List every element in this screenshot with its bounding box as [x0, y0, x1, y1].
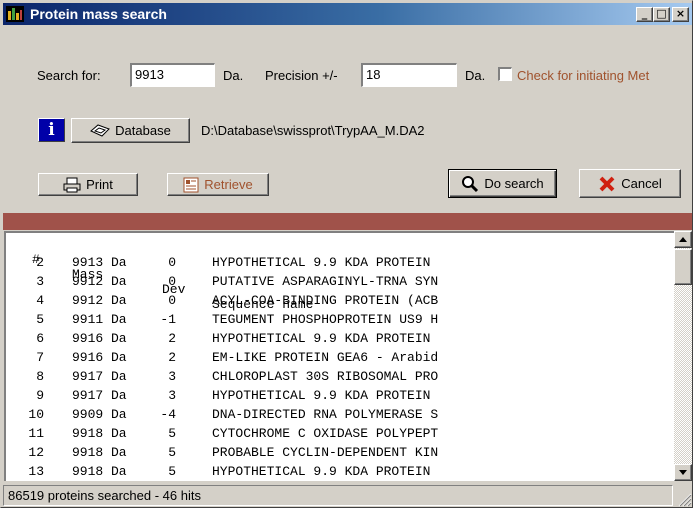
- minimize-icon: _: [641, 7, 648, 20]
- disk-icon: [90, 123, 111, 137]
- info-button[interactable]: i: [38, 118, 65, 142]
- row-deviation: -1: [160, 312, 176, 327]
- results-list[interactable]: # Mass Dev Sequence name 2 9913 Da 0 HYPOTH…: [4, 231, 674, 481]
- row-deviation: 2: [168, 331, 176, 346]
- database-button-label: Database: [115, 123, 171, 138]
- row-number: 13: [28, 464, 44, 479]
- print-button[interactable]: Print: [38, 173, 138, 196]
- search-mass-input[interactable]: 9913: [130, 63, 215, 87]
- row-sequence-name: TEGUMENT PHOSPHOPROTEIN US9 H: [212, 312, 439, 327]
- row-deviation: 5: [168, 445, 176, 460]
- row-number: 11: [28, 426, 44, 441]
- close-button[interactable]: ×: [672, 7, 689, 22]
- precision-input[interactable]: 18: [361, 63, 457, 87]
- row-mass: 9917 Da: [72, 388, 127, 403]
- cancel-button[interactable]: Cancel: [579, 169, 681, 198]
- row-sequence-name: EM-LIKE PROTEIN GEA6 - Arabid: [212, 350, 439, 365]
- arrow-down-icon: [679, 470, 687, 475]
- row-number: 8: [36, 369, 44, 384]
- row-mass: 9917 Da: [72, 369, 127, 384]
- window-title: Protein mass search: [30, 6, 167, 22]
- scroll-down-button[interactable]: [674, 464, 692, 481]
- search-for-label: Search for:: [37, 68, 101, 83]
- row-sequence-name: DNA-DIRECTED RNA POLYMERASE S: [212, 407, 439, 422]
- row-sequence-name: HYPOTHETICAL 9.9 KDA PROTEIN: [212, 464, 431, 479]
- unit-label-mass: Da.: [223, 68, 244, 83]
- row-deviation: 5: [168, 464, 176, 479]
- database-path: D:\Database\swissprot\TrypAA_M.DA2: [201, 123, 425, 138]
- retrieve-button-label: Retrieve: [204, 177, 253, 192]
- row-number: 6: [36, 331, 44, 346]
- initiating-met-label[interactable]: Check for initiating Met: [517, 68, 649, 83]
- row-number: 7: [36, 350, 44, 365]
- maximize-button[interactable]: □: [653, 7, 670, 22]
- row-sequence-name: CHLOROPLAST 30S RIBOSOMAL PRO: [212, 369, 439, 384]
- red-x-icon: [599, 176, 615, 191]
- row-mass: 9918 Da: [72, 445, 127, 460]
- protein-mass-search-window: Protein mass search _ □ × Search for: 99…: [0, 0, 693, 508]
- row-deviation: -4: [160, 407, 176, 422]
- status-bar: 86519 proteins searched - 46 hits: [3, 483, 692, 507]
- row-mass: 9909 Da: [72, 407, 127, 422]
- row-mass: 9912 Da: [72, 293, 127, 308]
- row-number: 5: [36, 312, 44, 327]
- precision-label: Precision +/-: [265, 68, 338, 83]
- title-bar[interactable]: Protein mass search _ □ ×: [3, 3, 692, 25]
- row-mass: 9918 Da: [72, 426, 127, 441]
- cancel-button-label: Cancel: [621, 176, 662, 191]
- scroll-thumb[interactable]: [674, 249, 692, 285]
- row-number: 4: [36, 293, 44, 308]
- row-sequence-name: CYTOCHROME C OXIDASE POLYPEPT: [212, 426, 439, 441]
- row-number: 12: [28, 445, 44, 460]
- row-deviation: 0: [168, 274, 176, 289]
- initiating-met-checkbox[interactable]: [498, 67, 512, 81]
- maximize-icon: □: [656, 7, 667, 20]
- row-number: 3: [36, 274, 44, 289]
- app-icon: [6, 6, 24, 22]
- minimize-button[interactable]: _: [636, 7, 653, 22]
- database-button[interactable]: Database: [71, 118, 190, 143]
- row-deviation: 3: [168, 388, 176, 403]
- row-number: 10: [28, 407, 44, 422]
- info-icon: i: [48, 120, 55, 140]
- row-mass: 9913 Da: [72, 255, 127, 270]
- row-deviation: 5: [168, 426, 176, 441]
- close-icon: ×: [675, 7, 686, 20]
- separator-band: [3, 213, 692, 230]
- vertical-scrollbar[interactable]: [674, 231, 692, 481]
- row-mass: 9916 Da: [72, 350, 127, 365]
- scroll-up-button[interactable]: [674, 231, 692, 248]
- magnifier-icon: [462, 175, 479, 192]
- row-mass: 9916 Da: [72, 331, 127, 346]
- unit-label-precision: Da.: [465, 68, 486, 83]
- row-deviation: 0: [168, 255, 176, 270]
- row-deviation: 2: [168, 350, 176, 365]
- row-sequence-name: PUTATIVE ASPARAGINYL-TRNA SYN: [212, 274, 439, 289]
- retrieve-button[interactable]: Retrieve: [167, 173, 269, 196]
- row-sequence-name: HYPOTHETICAL 9.9 KDA PROTEIN: [212, 331, 431, 346]
- do-search-button[interactable]: Do search: [448, 169, 557, 198]
- results-header: # Mass Dev Sequence name: [6, 237, 313, 312]
- retrieve-icon: [183, 177, 199, 192]
- row-sequence-name: ACYL-COA-BINDING PROTEIN (ACB: [212, 293, 439, 308]
- do-search-button-label: Do search: [484, 176, 544, 191]
- row-mass: 9912 Da: [72, 274, 127, 289]
- row-sequence-name: HYPOTHETICAL 9.9 KDA PROTEIN: [212, 388, 431, 403]
- resize-grip-icon[interactable]: [676, 491, 692, 507]
- row-deviation: 0: [168, 293, 176, 308]
- row-mass: 9911 Da: [72, 312, 127, 327]
- arrow-up-icon: [679, 237, 687, 242]
- row-mass: 9918 Da: [72, 464, 127, 479]
- printer-icon: [63, 177, 81, 192]
- row-sequence-name: HYPOTHETICAL 9.9 KDA PROTEIN: [212, 255, 431, 270]
- print-button-label: Print: [86, 177, 113, 192]
- row-number: 2: [36, 255, 44, 270]
- row-deviation: 3: [168, 369, 176, 384]
- status-text: 86519 proteins searched - 46 hits: [3, 485, 673, 506]
- row-number: 9: [36, 388, 44, 403]
- row-sequence-name: PROBABLE CYCLIN-DEPENDENT KIN: [212, 445, 439, 460]
